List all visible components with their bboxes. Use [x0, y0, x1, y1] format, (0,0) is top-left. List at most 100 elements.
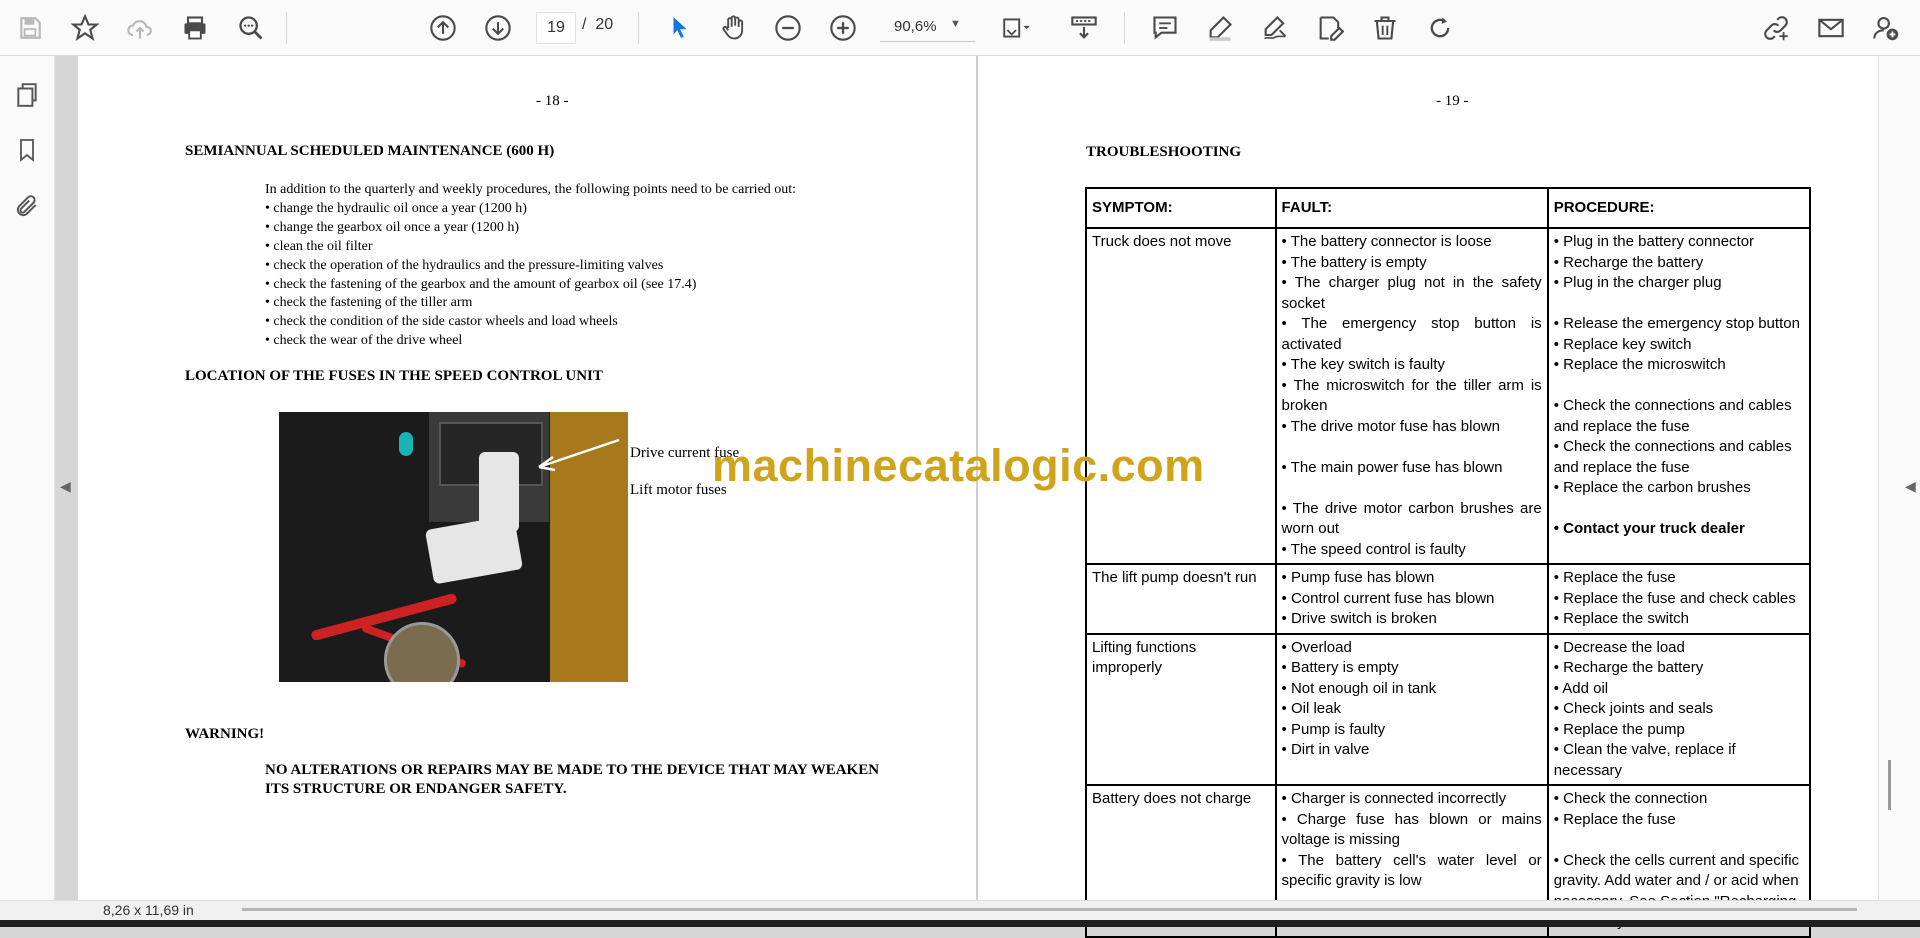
fault-line: • Not enough oil in tank [1281, 679, 1437, 697]
section-heading: LOCATION OF THE FUSES IN THE SPEED CONTR… [185, 368, 603, 384]
fault-line: • Charger is connected incorrectly [1281, 790, 1507, 807]
fault-line: • The battery is empty [1281, 253, 1427, 271]
procedure-line [1554, 499, 1804, 520]
table-row: The lift pump doesn't run • Pump fuse has… [1085, 563, 1812, 635]
taskbar-edge [0, 920, 1920, 927]
fault-line: • The key switch is faulty [1281, 356, 1445, 373]
fault-line: • Oil leak [1281, 700, 1341, 717]
procedure-line: • Check the connections and cables and r… [1553, 397, 1792, 435]
procedure-line: • Replace the fuse [1553, 569, 1676, 586]
zoom-out-icon[interactable] [768, 8, 808, 48]
symptom-cell: Truck does not move [1085, 227, 1277, 565]
procedure-line [1554, 830, 1804, 851]
chevron-down-icon[interactable]: ▼ [950, 18, 961, 30]
vertical-scrollbar[interactable] [1888, 760, 1891, 810]
section-heading: TROUBLESHOOTING [1086, 144, 1242, 160]
maintenance-list: In addition to the quarterly and weekly … [265, 181, 796, 351]
procedure-line: • Contact your truck dealer [1553, 520, 1745, 537]
add-user-icon[interactable] [1866, 8, 1906, 48]
procedure-line: • Check the connections and cables and r… [1553, 438, 1792, 476]
share-link-icon[interactable] [1756, 8, 1796, 48]
fault-line: • The drive motor fuse has blown [1281, 417, 1500, 435]
top-toolbar: 19 / 20 90,6% ▼ [0, 0, 1920, 56]
list-item: • change the gearbox oil once a year (12… [265, 219, 520, 235]
fault-line: • The drive motor carbon brushes are wor… [1281, 499, 1542, 538]
procedure-line: • Decrease the load [1553, 638, 1685, 656]
procedure-line [1554, 376, 1804, 397]
list-item: In addition to the quarterly and weekly … [265, 182, 797, 197]
comment-icon[interactable] [1145, 8, 1185, 48]
delete-icon[interactable] [1365, 8, 1405, 48]
attachment-icon[interactable] [10, 189, 44, 223]
hand-icon[interactable] [714, 8, 754, 48]
procedure-line: • Check the connection [1553, 790, 1708, 807]
horizontal-scrollbar[interactable] [242, 908, 1857, 911]
table-row: Truck does not move • The battery connect… [1085, 227, 1812, 565]
fuse-location-photo [279, 412, 628, 682]
page-up-icon[interactable] [423, 8, 463, 48]
column-header: PROCEDURE: [1546, 187, 1812, 229]
procedure-line: • Plug in the charger plug [1553, 274, 1722, 291]
left-navigation-panel [0, 56, 55, 920]
fault-line [1282, 437, 1542, 458]
procedure-line: • Replace the fuse [1553, 810, 1676, 828]
collapse-left-panel-icon[interactable]: ◀ [60, 478, 71, 495]
procedure-cell: • Decrease the load • Recharge the batter… [1546, 632, 1812, 786]
cloud-upload-icon[interactable] [120, 8, 160, 48]
print-icon[interactable] [175, 8, 215, 48]
bookmark-icon[interactable] [10, 133, 44, 167]
fault-line: • The microswitch for the tiller arm is … [1281, 376, 1542, 415]
save-icon[interactable] [10, 8, 50, 48]
fault-line: • Pump fuse has blown [1281, 569, 1435, 586]
fault-line: • The speed control is faulty [1281, 540, 1466, 558]
highlight-icon[interactable] [1200, 8, 1240, 48]
column-header: SYMPTOM: [1085, 187, 1277, 229]
fault-line: • Charge fuse has blown or mains voltage… [1281, 810, 1542, 849]
fault-line: • Overload [1281, 638, 1352, 656]
column-header: FAULT: [1274, 187, 1549, 229]
table-row: Lifting functions improperly • Overload • … [1085, 632, 1812, 786]
star-icon[interactable] [65, 8, 105, 48]
page-number-label: - 19 - [1436, 93, 1469, 109]
fault-line [1282, 478, 1542, 499]
page-total: / 20 [582, 16, 614, 33]
rotate-icon[interactable] [1420, 8, 1460, 48]
zoom-search-icon[interactable] [231, 8, 271, 48]
warning-text: NO ALTERATIONS OR REPAIRS MAY BE MADE TO… [265, 762, 880, 778]
list-item: • check the condition of the side castor… [265, 314, 618, 330]
watermark-text: machinecatalogic.com [712, 440, 1205, 491]
email-icon[interactable] [1811, 8, 1851, 48]
procedure-line: • Replace key switch [1553, 335, 1692, 353]
fault-line: • Control current fuse has blown [1281, 589, 1495, 607]
page-number-input[interactable]: 19 [536, 12, 576, 44]
procedure-line: • Replace the switch [1553, 610, 1690, 627]
list-item: • change the hydraulic oil once a year (… [265, 200, 527, 216]
page-down-icon[interactable] [478, 8, 518, 48]
fit-page-icon[interactable] [996, 8, 1036, 48]
procedure-line: • Release the emergency stop button [1553, 315, 1800, 332]
procedure-line: • Replace the pump [1553, 720, 1685, 738]
zoom-in-icon[interactable] [823, 8, 863, 48]
edit-pdf-icon[interactable] [1310, 8, 1350, 48]
fault-line: • Battery is empty [1281, 659, 1399, 676]
list-item: • check the fastening of the gearbox and… [265, 276, 697, 292]
procedure-line: • Replace the carbon brushes [1553, 479, 1751, 496]
expand-right-panel-icon[interactable]: ◀ [1905, 478, 1916, 495]
fault-line: • The main power fuse has blown [1281, 458, 1503, 476]
list-item: • check the wear of the drive wheel [265, 333, 463, 349]
pages-icon[interactable] [10, 78, 44, 112]
select-arrow-icon[interactable] [660, 8, 700, 48]
fault-cell: • Pump fuse has blown • Control current f… [1274, 563, 1549, 635]
sign-icon[interactable] [1255, 8, 1295, 48]
procedure-line: • Check joints and seals [1553, 700, 1714, 717]
procedure-line [1554, 294, 1804, 315]
scroll-mode-icon[interactable] [1064, 8, 1104, 48]
section-heading: SEMIANNUAL SCHEDULED MAINTENANCE (600 H) [185, 143, 555, 159]
fault-cell: • Overload • Battery is empty • Not enough… [1274, 632, 1549, 786]
symptom-cell: The lift pump doesn't run [1085, 563, 1277, 635]
fault-line: • The battery connector is loose [1281, 233, 1492, 250]
list-item: • clean the oil filter [265, 238, 373, 254]
procedure-line: • Recharge the battery [1553, 253, 1704, 271]
troubleshooting-table: SYMPTOM: FAULT: PROCEDURE: Truck does no… [1085, 187, 1812, 938]
warning-text: ITS STRUCTURE OR ENDANGER SAFETY. [265, 781, 567, 797]
